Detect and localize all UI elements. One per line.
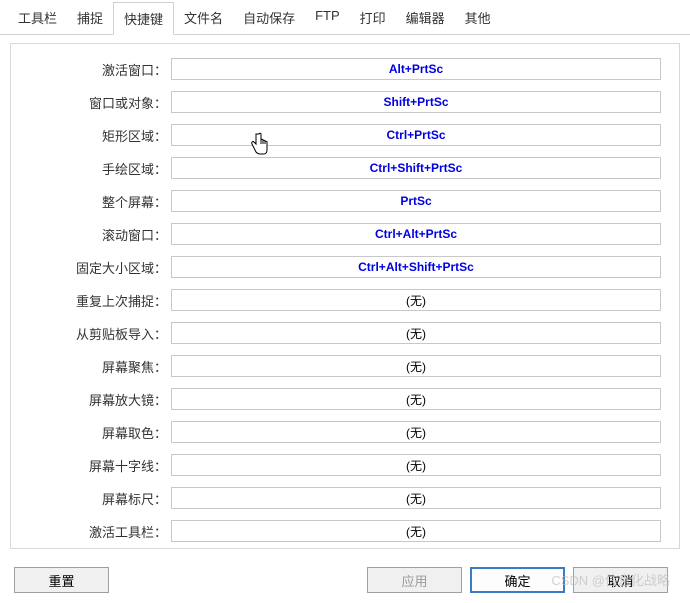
tab-ftp[interactable]: FTP [305, 2, 350, 34]
hotkey-row: 整个屏幕：PrtSc [21, 190, 661, 212]
tab-autosave[interactable]: 自动保存 [233, 2, 305, 34]
tab-editor[interactable]: 编辑器 [396, 2, 455, 34]
hotkey-row: 重复上次捕捉：(无) [21, 289, 661, 311]
hotkey-label: 屏幕标尺： [21, 489, 171, 508]
hotkey-input[interactable]: (无) [171, 520, 661, 542]
hotkey-row: 手绘区域：Ctrl+Shift+PrtSc [21, 157, 661, 179]
hotkey-input[interactable]: Ctrl+Alt+PrtSc [171, 223, 661, 245]
hotkey-input[interactable]: (无) [171, 421, 661, 443]
ok-button[interactable]: 确定 [470, 567, 565, 593]
hotkey-label: 重复上次捕捉： [21, 291, 171, 310]
tab-hotkeys[interactable]: 快捷键 [113, 2, 174, 35]
tab-bar: 工具栏捕捉快捷键文件名自动保存FTP打印编辑器其他 [0, 2, 690, 35]
hotkey-row: 窗口或对象：Shift+PrtSc [21, 91, 661, 113]
tab-toolbar[interactable]: 工具栏 [8, 2, 67, 34]
hotkey-label: 滚动窗口： [21, 225, 171, 244]
hotkey-row: 固定大小区域：Ctrl+Alt+Shift+PrtSc [21, 256, 661, 278]
tab-other[interactable]: 其他 [455, 2, 501, 34]
dialog-buttons: 重置 应用 确定 取消 [0, 567, 690, 593]
hotkey-label: 矩形区域： [21, 126, 171, 145]
hotkey-label: 激活窗口： [21, 60, 171, 79]
hotkey-input[interactable]: PrtSc [171, 190, 661, 212]
hotkey-row: 屏幕标尺：(无) [21, 487, 661, 509]
hotkey-row: 屏幕放大镜：(无) [21, 388, 661, 410]
hotkey-label: 屏幕聚焦： [21, 357, 171, 376]
hotkey-input[interactable]: (无) [171, 388, 661, 410]
hotkey-input[interactable]: (无) [171, 355, 661, 377]
hotkey-label: 屏幕取色： [21, 423, 171, 442]
hotkey-input[interactable]: Ctrl+Alt+Shift+PrtSc [171, 256, 661, 278]
hotkey-row: 矩形区域：Ctrl+PrtSc [21, 124, 661, 146]
hotkey-label: 屏幕放大镜： [21, 390, 171, 409]
hotkey-input[interactable]: (无) [171, 322, 661, 344]
tab-capture[interactable]: 捕捉 [67, 2, 113, 34]
hotkey-label: 手绘区域： [21, 159, 171, 178]
tab-print[interactable]: 打印 [350, 2, 396, 34]
hotkey-input[interactable]: Shift+PrtSc [171, 91, 661, 113]
hotkey-label: 窗口或对象： [21, 93, 171, 112]
hotkey-row: 激活窗口：Alt+PrtSc [21, 58, 661, 80]
tab-filename[interactable]: 文件名 [174, 2, 233, 34]
hotkey-input[interactable]: Ctrl+PrtSc [171, 124, 661, 146]
hotkey-input[interactable]: Ctrl+Shift+PrtSc [171, 157, 661, 179]
hotkey-row: 从剪贴板导入：(无) [21, 322, 661, 344]
hotkey-label: 从剪贴板导入： [21, 324, 171, 343]
hotkey-label: 激活工具栏： [21, 522, 171, 541]
hotkey-row: 屏幕聚焦：(无) [21, 355, 661, 377]
hotkey-row: 滚动窗口：Ctrl+Alt+PrtSc [21, 223, 661, 245]
hotkey-row: 激活工具栏：(无) [21, 520, 661, 542]
reset-button[interactable]: 重置 [14, 567, 109, 593]
hotkey-label: 整个屏幕： [21, 192, 171, 211]
hotkey-row: 屏幕十字线：(无) [21, 454, 661, 476]
hotkey-label: 屏幕十字线： [21, 456, 171, 475]
hotkey-input[interactable]: (无) [171, 487, 661, 509]
hotkey-row: 屏幕取色：(无) [21, 421, 661, 443]
hotkey-input[interactable]: (无) [171, 289, 661, 311]
hotkey-settings-panel: 激活窗口：Alt+PrtSc窗口或对象：Shift+PrtSc矩形区域：Ctrl… [10, 43, 680, 549]
hotkey-input[interactable]: (无) [171, 454, 661, 476]
cancel-button[interactable]: 取消 [573, 567, 668, 593]
hotkey-label: 固定大小区域： [21, 258, 171, 277]
hotkey-input[interactable]: Alt+PrtSc [171, 58, 661, 80]
apply-button: 应用 [367, 567, 462, 593]
